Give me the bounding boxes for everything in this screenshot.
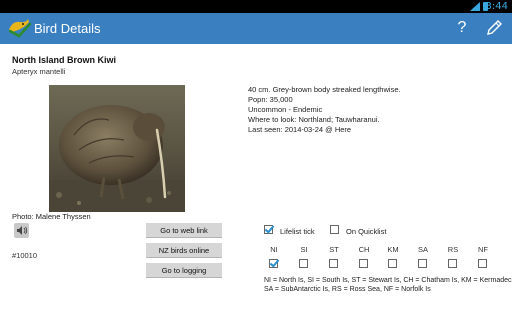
- help-icon[interactable]: ?: [452, 17, 472, 39]
- island-label-km: KM: [387, 245, 399, 254]
- lifelist-checkbox[interactable]: [264, 225, 273, 234]
- bird-logo-icon[interactable]: [6, 16, 32, 40]
- description-last-seen: Last seen: 2014-03-24 @ Here: [248, 125, 352, 134]
- legend-line-2: SA = SubAntarctic Is, RS = Ross Sea, NF …: [264, 286, 431, 293]
- signal-icon: [470, 2, 480, 11]
- action-bar: Bird Details ?: [0, 13, 512, 44]
- island-legend: NI = North Is, SI = South Is, ST = Stewa…: [264, 276, 512, 294]
- nz-birds-online-button[interactable]: NZ birds online: [146, 243, 222, 258]
- speaker-icon[interactable]: [14, 223, 29, 238]
- web-link-button[interactable]: Go to web link: [146, 223, 222, 238]
- page-title: Bird Details: [34, 21, 101, 36]
- kiwi-photo-image: [49, 85, 185, 212]
- bird-common-name: North Island Brown Kiwi: [12, 55, 117, 65]
- island-label-ch: CH: [358, 245, 370, 254]
- quicklist-label: On Quicklist: [346, 227, 387, 236]
- island-checkbox-st[interactable]: [329, 259, 338, 268]
- island-label-nf: NF: [478, 245, 488, 254]
- quicklist-checkbox[interactable]: [330, 225, 339, 234]
- bird-latin-name: Apteryx mantelli: [12, 67, 66, 76]
- island-label-st: ST: [329, 245, 339, 254]
- go-to-logging-button[interactable]: Go to logging: [146, 263, 222, 278]
- island-checkbox-nf[interactable]: [478, 259, 487, 268]
- lifelist-label: Lifelist tick: [280, 227, 315, 236]
- description-status: Uncommon - Endemic: [248, 105, 323, 114]
- reference-number: #10010: [12, 251, 38, 260]
- pencil-icon[interactable]: [484, 18, 504, 38]
- description-size: 40 cm. Grey-brown body streaked lengthwi…: [248, 85, 401, 94]
- bird-details-screen: 3:44 Bird Details ? North Island Brown K…: [0, 0, 512, 320]
- description-population: Popn: 35,000: [248, 95, 293, 104]
- island-checkbox-km[interactable]: [388, 259, 397, 268]
- island-checkbox-ni[interactable]: [269, 259, 278, 268]
- island-label-si: SI: [300, 245, 308, 254]
- clock: 3:44: [485, 1, 508, 12]
- island-label-ni: NI: [270, 245, 278, 254]
- island-checkbox-si[interactable]: [299, 259, 308, 268]
- bird-description: 40 cm. Grey-brown body streaked lengthwi…: [248, 85, 401, 135]
- island-checkbox-ch[interactable]: [359, 259, 368, 268]
- island-checkbox-sa[interactable]: [418, 259, 427, 268]
- island-checkbox-rs[interactable]: [448, 259, 457, 268]
- island-label-rs: RS: [447, 245, 459, 254]
- legend-line-1: NI = North Is, SI = South Is, ST = Stewa…: [264, 277, 512, 284]
- photo-credit: Photo: Malene Thyssen: [12, 212, 91, 221]
- status-bar: 3:44: [0, 0, 512, 13]
- bird-photo: [49, 85, 185, 212]
- island-label-sa: SA: [417, 245, 428, 254]
- description-where: Where to look: Northland; Tauwharanui.: [248, 115, 380, 124]
